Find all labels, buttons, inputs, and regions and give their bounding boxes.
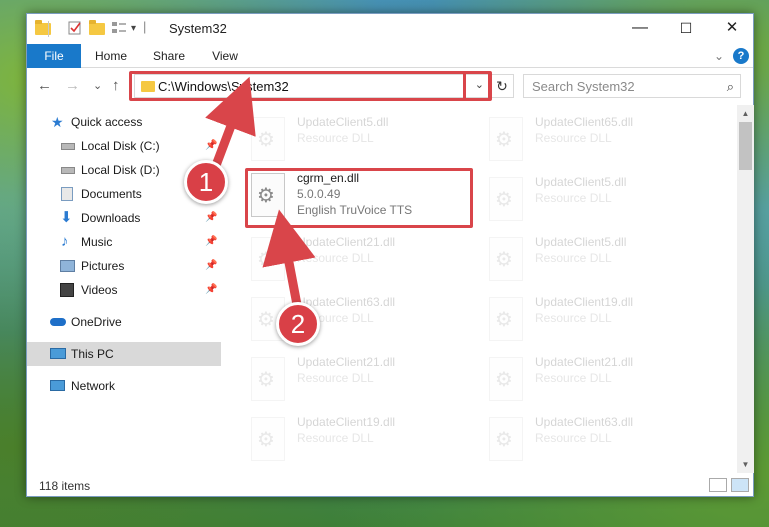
arrow-2 bbox=[262, 209, 316, 315]
callout-arrows bbox=[205, 76, 316, 315]
callout-badge-1: 1 bbox=[184, 160, 228, 204]
callout-badge-2: 2 bbox=[276, 302, 320, 346]
